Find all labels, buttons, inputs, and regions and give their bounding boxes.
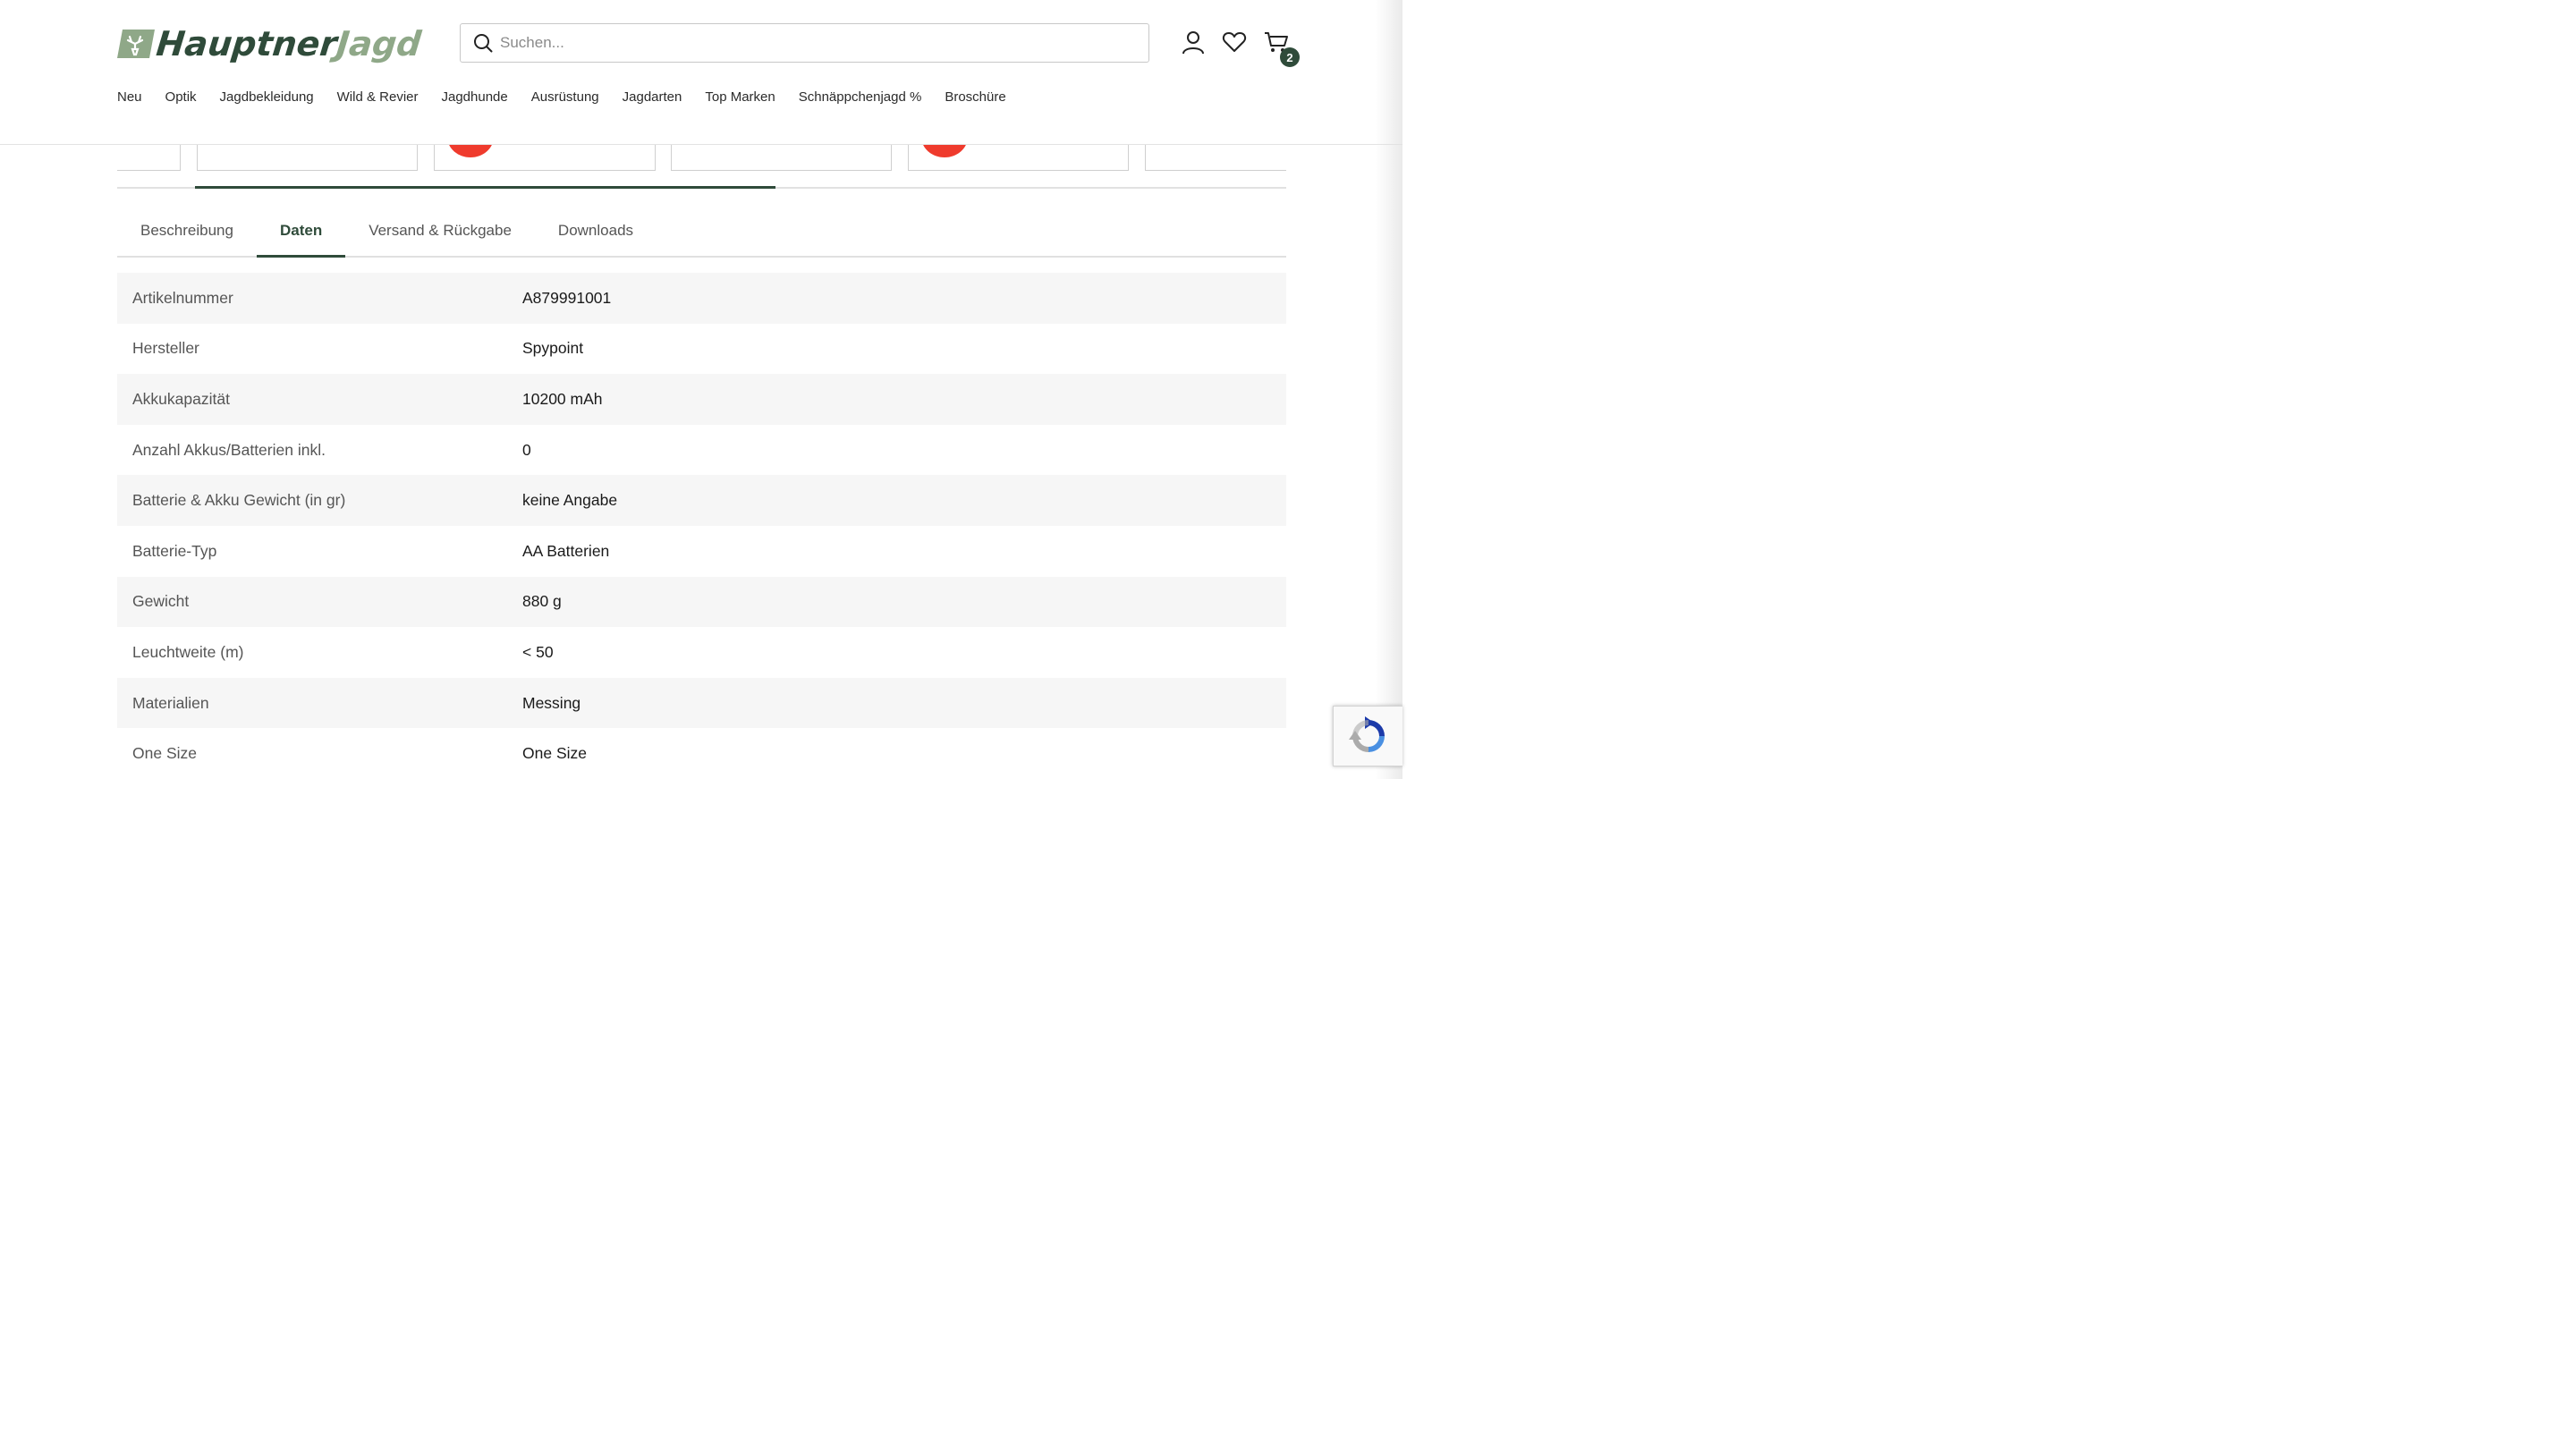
tab-downloads[interactable]: Downloads (535, 206, 657, 256)
logo-stag-icon (117, 30, 155, 58)
tab-versand-rueckgabe[interactable]: Versand & Rückgabe (345, 206, 535, 256)
nav-item-jagdhunde[interactable]: Jagdhunde (442, 89, 508, 105)
table-row: Hersteller Spypoint (117, 324, 1286, 375)
main-nav: Neu Optik Jagdbekleidung Wild & Revier J… (117, 89, 1030, 105)
heart-icon (1222, 32, 1247, 52)
product-data-table: Artikelnummer A879991001 Hersteller Spypoi… (117, 273, 1286, 779)
nav-item-ausruestung[interactable]: Ausrüstung (531, 89, 599, 105)
cart-count-badge: 2 (1280, 47, 1300, 67)
nav-item-top-marken[interactable]: Top Marken (705, 89, 775, 105)
cart-button[interactable]: 2 (1263, 30, 1300, 67)
wishlist-button[interactable] (1222, 30, 1247, 55)
row-value: 10200 mAh (522, 389, 603, 408)
search-bar (460, 23, 1149, 63)
tab-beschreibung[interactable]: Beschreibung (117, 206, 257, 256)
site-header: HauptnerJagd 2 (0, 0, 1402, 145)
row-key: One Size (132, 744, 197, 763)
row-value: A879991001 (522, 288, 612, 307)
account-button[interactable] (1181, 30, 1206, 55)
carousel-scrollbar-thumb[interactable] (195, 186, 775, 189)
row-key: Artikelnummer (132, 288, 233, 307)
search-input[interactable] (500, 34, 1126, 52)
table-row: Batterie & Akku Gewicht (in gr) keine Ang… (117, 475, 1286, 526)
logo-wordmark: HauptnerJagd (154, 24, 423, 64)
recaptcha-badge[interactable] (1333, 706, 1402, 766)
search-icon[interactable] (473, 33, 493, 53)
page-edge-shadow (1376, 0, 1402, 779)
table-row: Artikelnummer A879991001 (117, 273, 1286, 324)
user-icon (1182, 31, 1204, 55)
table-row: Batterie-Typ AA Batterien (117, 526, 1286, 577)
recaptcha-icon (1348, 716, 1385, 752)
row-value: 880 g (522, 592, 562, 611)
row-key: Hersteller (132, 339, 199, 358)
row-key: Batterie & Akku Gewicht (in gr) (132, 491, 346, 510)
row-value: One Size (522, 744, 587, 763)
row-value: 0 (522, 440, 531, 459)
nav-item-broschuere[interactable]: Broschüre (945, 89, 1005, 105)
table-row: Akkukapazität 10200 mAh (117, 374, 1286, 425)
tab-daten[interactable]: Daten (256, 206, 346, 258)
nav-item-jagdbekleidung[interactable]: Jagdbekleidung (220, 89, 314, 105)
nav-item-wild-revier[interactable]: Wild & Revier (337, 89, 419, 105)
row-value: < 50 (522, 642, 554, 661)
row-key: Materialien (132, 693, 209, 712)
product-tabs: Beschreibung Daten Versand & Rückgabe Do… (117, 206, 1286, 258)
table-row: Materialien Messing (117, 677, 1286, 729)
row-key: Akkukapazität (132, 389, 230, 408)
row-key: Anzahl Akkus/Batterien inkl. (132, 440, 326, 459)
nav-item-schnaeppchenjagd[interactable]: Schnäppchenjagd % (799, 89, 922, 105)
row-value: Messing (522, 693, 581, 712)
row-key: Leuchtweite (m) (132, 642, 244, 661)
table-row: Leuchtweite (m) < 50 (117, 627, 1286, 678)
row-key: Batterie-Typ (132, 541, 217, 560)
nav-item-jagdarten[interactable]: Jagdarten (623, 89, 682, 105)
row-key: Gewicht (132, 592, 190, 611)
row-value: AA Batterien (522, 541, 610, 560)
nav-item-neu[interactable]: Neu (117, 89, 142, 105)
row-value: keine Angabe (522, 491, 618, 510)
table-row: Anzahl Akkus/Batterien inkl. 0 (117, 425, 1286, 476)
table-row: One Size One Size (117, 728, 1286, 779)
nav-item-optik[interactable]: Optik (165, 89, 197, 105)
row-value: Spypoint (522, 339, 584, 358)
table-row: Gewicht 880 g (117, 576, 1286, 628)
hauptner-jagd-logo[interactable]: HauptnerJagd (117, 24, 430, 64)
